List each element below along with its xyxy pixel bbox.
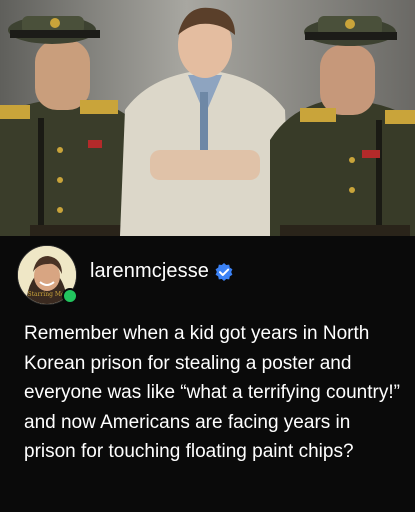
post-photo[interactable] <box>0 0 415 236</box>
post-card: Starring Me larenmcjesse Remember when a… <box>0 236 415 512</box>
author-row: larenmcjesse <box>90 260 234 283</box>
online-status-icon <box>62 288 78 304</box>
verified-badge-icon <box>214 262 234 282</box>
avatar-caption-art: Starring Me <box>27 291 65 298</box>
username[interactable]: larenmcjesse <box>90 260 209 283</box>
post-text: Remember when a kid got years in North K… <box>24 323 400 462</box>
